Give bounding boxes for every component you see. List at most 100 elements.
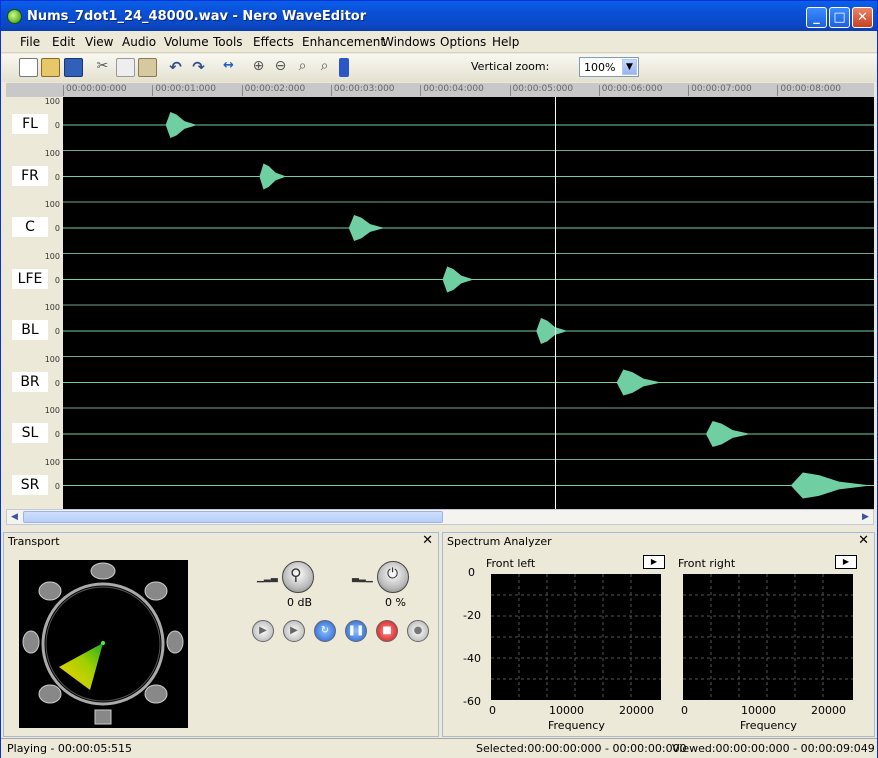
menu-file[interactable]: File xyxy=(20,35,40,49)
transport-close-icon[interactable]: ✕ xyxy=(422,533,433,548)
spectrum-right-xtick-0: 0 xyxy=(681,704,688,717)
spectrum-left-ytick-1: -20 xyxy=(463,609,481,622)
spectrum-right-xtick-2: 20000 xyxy=(811,704,846,717)
scrollbar-thumb[interactable] xyxy=(23,511,443,523)
waveform-burst-bl xyxy=(536,318,568,344)
surround-panner-graphic[interactable] xyxy=(19,560,188,728)
zoom-in-icon[interactable]: ⊕ xyxy=(249,58,268,77)
copy-icon[interactable] xyxy=(116,58,135,77)
menu-windows[interactable]: Windows xyxy=(382,35,436,49)
loop-button[interactable]: ↻ xyxy=(314,620,336,642)
transport-panel: Transport ✕ ▁▂▃ ⚲ 0 dB ▃▂▁ ⏻ 0 % ▶ ▶ ↻ ❚… xyxy=(3,532,439,737)
waveform-burst-fr xyxy=(259,163,287,190)
title-bar[interactable]: Nums_7dot1_24_48000.wav - Nero WaveEdito… xyxy=(1,1,877,31)
spectrum-front-left-play-icon[interactable]: ▶ xyxy=(643,555,665,569)
transport-title: Transport xyxy=(8,535,60,548)
menu-edit[interactable]: Edit xyxy=(52,35,75,49)
spectrum-left-xtick-1: 10000 xyxy=(549,704,584,717)
waveform-burst-lfe xyxy=(442,266,474,293)
spectrum-front-right-play-icon[interactable]: ▶ xyxy=(835,555,857,569)
redo-icon[interactable]: ↷ xyxy=(189,58,208,77)
spectrum-grid-right xyxy=(683,574,853,700)
status-bar: Playing - 00:00:05:515 Selected:00:00:00… xyxy=(1,738,877,758)
scroll-right-icon[interactable]: ▶ xyxy=(858,510,873,524)
waveform-burst-sl xyxy=(705,421,751,447)
magnifier-icon: ⚲ xyxy=(290,565,302,584)
spectrum-close-icon[interactable]: ✕ xyxy=(858,533,869,548)
menu-effects[interactable]: Effects xyxy=(253,35,294,49)
menu-audio[interactable]: Audio xyxy=(122,35,156,49)
menu-options[interactable]: Options xyxy=(440,35,486,49)
speaker-br-icon xyxy=(144,684,168,704)
spectrum-analyzer-panel: Spectrum Analyzer ✕ Front left ▶ 0 -20 -… xyxy=(442,532,875,737)
cut-icon[interactable]: ✂ xyxy=(93,58,112,77)
waveform-burst-c xyxy=(348,215,385,241)
vertical-zoom-select[interactable]: 100% ▼ xyxy=(579,57,639,77)
volume-value: 0 dB xyxy=(287,596,313,609)
vertical-zoom-value: 100% xyxy=(584,61,616,74)
save-icon[interactable] xyxy=(64,58,83,77)
spectrum-title: Spectrum Analyzer xyxy=(447,535,552,548)
waveform-burst-fl xyxy=(165,112,197,138)
menu-help[interactable]: Help xyxy=(492,35,519,49)
pan-direction-indicator xyxy=(59,643,103,690)
fit-width-icon[interactable]: ↔ xyxy=(219,58,238,77)
balance-value: 0 % xyxy=(385,596,406,609)
zoom-out-icon[interactable]: ⊖ xyxy=(271,58,290,77)
spectrum-grid-left xyxy=(491,574,661,700)
waveform-burst-br xyxy=(616,369,662,396)
surround-panner[interactable] xyxy=(19,560,188,728)
speaker-fr-icon xyxy=(144,581,168,601)
status-viewed: Viewed:00:00:00:000 - 00:00:09:049 xyxy=(672,742,875,755)
stop-button[interactable]: ■ xyxy=(376,620,398,642)
status-playing: Playing - 00:00:05:515 xyxy=(7,742,133,755)
spectrum-front-right-label: Front right xyxy=(678,557,736,570)
vertical-zoom-label: Vertical zoom: xyxy=(471,60,550,73)
maximize-button[interactable]: □ xyxy=(829,7,850,28)
status-selected: Selected:00:00:00:000 - 00:00:00:000 xyxy=(476,742,687,755)
toolbar: ✂ ↶ ↷ ↔ ⊕ ⊖ ⌕ ⌕ Vertical zoom: 100% ▼ xyxy=(1,54,877,82)
spectrum-left-xtick-0: 0 xyxy=(489,704,496,717)
spectrum-left-ytick-0: 0 xyxy=(468,566,475,579)
menu-enhancement[interactable]: Enhancement xyxy=(302,35,385,49)
scroll-left-icon[interactable]: ◀ xyxy=(7,510,22,524)
zoom-selection-icon[interactable]: ⌕ xyxy=(293,58,312,77)
minimize-button[interactable]: _ xyxy=(806,7,827,28)
zoom-full-icon[interactable]: ⌕ xyxy=(315,58,334,77)
chevron-down-icon[interactable]: ▼ xyxy=(622,59,637,75)
spectrum-front-right-plot xyxy=(683,574,853,700)
window-title: Nums_7dot1_24_48000.wav - Nero WaveEdito… xyxy=(27,9,367,24)
menu-volume[interactable]: Volume xyxy=(164,35,209,49)
spectrum-right-xtick-1: 10000 xyxy=(741,704,776,717)
spectrum-left-xtick-2: 20000 xyxy=(619,704,654,717)
nero-app-icon xyxy=(7,9,22,24)
balance-knob[interactable]: ⏻ xyxy=(377,561,409,593)
menu-tools[interactable]: Tools xyxy=(213,35,243,49)
waveform-view[interactable]: 00:00:00:000 00:00:01:000 00:00:02:000 00:0… xyxy=(6,83,874,509)
pause-button[interactable]: ❚❚ xyxy=(345,620,367,642)
volume-knob[interactable]: ⚲ xyxy=(282,561,314,593)
close-button[interactable]: ✕ xyxy=(852,7,873,28)
speaker-bl-icon xyxy=(38,684,62,704)
spectrum-left-ytick-2: -40 xyxy=(463,652,481,665)
paste-icon[interactable] xyxy=(138,58,157,77)
undo-icon[interactable]: ↶ xyxy=(166,58,185,77)
app-window: Nums_7dot1_24_48000.wav - Nero WaveEdito… xyxy=(0,0,878,758)
speaker-lfe-icon xyxy=(94,709,112,725)
speaker-fl-icon xyxy=(38,581,62,601)
speaker-sr-icon xyxy=(166,630,184,654)
spectrum-left-xlabel: Frequency xyxy=(548,719,605,732)
spectrum-left-ytick-3: -60 xyxy=(463,695,481,708)
new-file-icon[interactable] xyxy=(19,58,38,77)
spectrum-front-left-plot xyxy=(491,574,661,700)
horizontal-scrollbar[interactable]: ◀ ▶ xyxy=(6,509,874,525)
menu-view[interactable]: View xyxy=(85,35,113,49)
play-selection-button[interactable]: ▶ xyxy=(283,620,305,642)
waveform-canvas[interactable] xyxy=(6,83,874,509)
open-folder-icon[interactable] xyxy=(41,58,60,77)
record-button[interactable]: ● xyxy=(407,620,429,642)
speaker-c-icon xyxy=(90,562,116,580)
volume-level-icon: ▁▂▃ xyxy=(257,573,278,583)
play-button[interactable]: ▶ xyxy=(252,620,274,642)
toolbar-overflow-chevron-icon[interactable] xyxy=(339,58,349,77)
